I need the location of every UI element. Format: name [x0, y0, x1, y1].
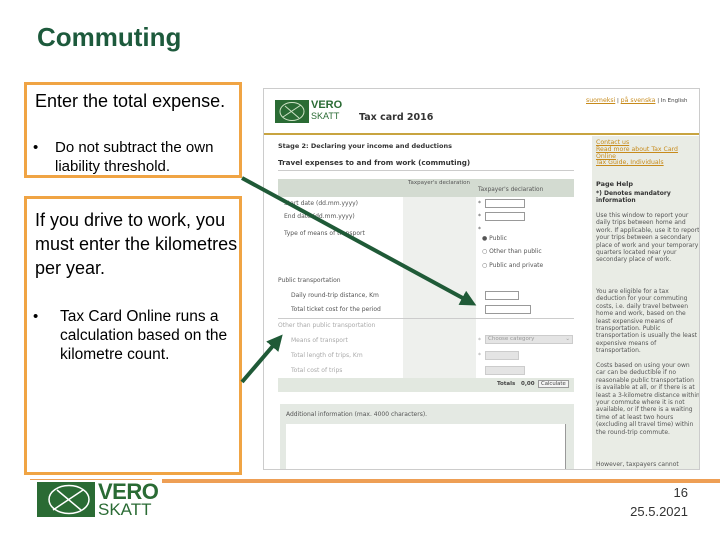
page-number: 16 — [673, 485, 688, 500]
slide-date: 25.5.2021 — [630, 504, 688, 519]
arrow-to-ticket-cost — [241, 176, 477, 306]
arrows-layer — [240, 176, 477, 384]
arrow-to-other-transport — [240, 334, 283, 384]
footer-divider — [162, 479, 720, 483]
vero-logo-emblem — [37, 482, 95, 517]
logo-skatt: SKATT — [98, 500, 152, 519]
